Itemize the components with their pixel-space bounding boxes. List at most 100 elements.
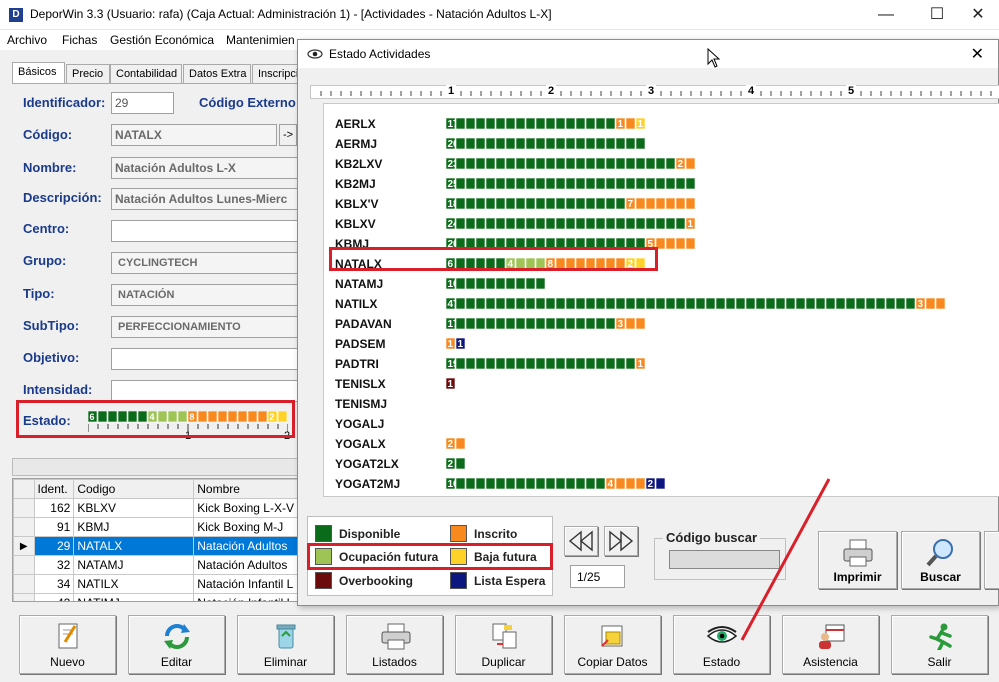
legend-swatch xyxy=(450,572,467,589)
tab-precio[interactable]: Precio xyxy=(66,64,110,84)
prev-page-button[interactable] xyxy=(564,526,598,556)
bar-cell-disponible xyxy=(455,197,466,210)
cell-codigo[interactable]: NATIMJ xyxy=(73,593,195,601)
codigo-go-button[interactable]: -> xyxy=(279,124,297,146)
bar-cell-disponible xyxy=(535,197,546,210)
bar-cell-disponible xyxy=(455,177,466,190)
cell-codigo[interactable]: NATALX xyxy=(73,536,195,556)
bar-cell-disponible xyxy=(475,257,486,270)
bar-value-label: 1 xyxy=(458,339,464,350)
bar-cell-disponible xyxy=(535,277,546,290)
cell-ident[interactable]: 91 xyxy=(33,517,75,537)
codigo-field[interactable]: NATALX xyxy=(111,124,277,146)
bar-cell-ocupacion-futura xyxy=(535,257,546,270)
tab-contabilidad[interactable]: Contabilidad xyxy=(110,64,182,84)
cell-nombre[interactable]: Natación Infantil L xyxy=(193,593,298,601)
intensidad-field[interactable] xyxy=(111,380,299,402)
duplicar-button[interactable]: Duplicar xyxy=(455,615,552,674)
cell-codigo[interactable]: NATAMJ xyxy=(73,555,195,575)
tab-basicos[interactable]: Básicos xyxy=(12,62,65,84)
menu-gestion-economica[interactable]: Gestión Económica xyxy=(110,33,214,47)
cell-ident[interactable]: 162 xyxy=(33,498,75,518)
bar-cell-disponible xyxy=(495,237,506,250)
asistencia-button[interactable]: Asistencia xyxy=(782,615,879,674)
next-page-button[interactable] xyxy=(604,526,638,556)
close-button[interactable]: ✕ xyxy=(958,4,998,26)
tab-datos-extra[interactable]: Datos Extra xyxy=(183,64,251,84)
dialog-close-button[interactable]: ✕ xyxy=(971,44,984,64)
menu-mantenimiento[interactable]: Mantenimien xyxy=(226,33,295,47)
col-ident[interactable]: Ident. xyxy=(33,479,75,499)
table-row[interactable]: ▶ 29 NATALX Natación Adultos xyxy=(13,536,298,556)
objetivo-field[interactable] xyxy=(111,348,299,370)
descripcion-field[interactable]: Natación Adultos Lunes-Mierc xyxy=(111,188,299,210)
cell-codigo[interactable]: KBMJ xyxy=(73,517,195,537)
copiar-datos-button[interactable]: Copiar Datos xyxy=(564,615,661,674)
grupo-field[interactable]: CYCLINGTECH xyxy=(111,252,299,274)
bar-cell-disponible xyxy=(465,197,476,210)
col-nombre[interactable]: Nombre xyxy=(193,479,298,499)
cell-nombre[interactable]: Kick Boxing L-X-V xyxy=(193,498,298,518)
search-label: Código buscar xyxy=(663,530,761,545)
bar-cell-inscrito xyxy=(655,197,666,210)
cell-codigo[interactable]: KBLXV xyxy=(73,498,195,518)
bar-cell-disponible xyxy=(97,411,108,423)
bar-cell-disponible xyxy=(475,277,486,290)
search-input[interactable] xyxy=(669,550,780,569)
col-codigo[interactable]: Codigo xyxy=(73,479,195,499)
minimize-button[interactable]: — xyxy=(866,4,906,26)
window-title: DeporWin 3.3 (Usuario: rafa) (Caja Actua… xyxy=(30,7,552,21)
table-row[interactable]: 162 KBLXV Kick Boxing L-X-V xyxy=(13,498,298,518)
identificador-field[interactable]: 29 xyxy=(111,92,174,114)
subtipo-field[interactable]: PERFECCIONAMIENTO xyxy=(111,316,299,338)
cell-codigo[interactable]: NATILX xyxy=(73,574,195,594)
bar-cell-inscrito xyxy=(685,157,696,170)
cell-ident[interactable]: 32 xyxy=(33,555,75,575)
bar-cell-disponible xyxy=(137,411,148,423)
bar-cell-disponible xyxy=(605,157,616,170)
buscar-button[interactable]: Buscar xyxy=(901,531,980,589)
bar-cell-disponible xyxy=(615,137,626,150)
estado-label: Estado: xyxy=(23,413,71,428)
extra-button-partial[interactable] xyxy=(984,531,999,589)
copiar-datos-label: Copiar Datos xyxy=(577,655,648,669)
cell-ident[interactable]: 34 xyxy=(33,574,75,594)
refresh-arrows-icon xyxy=(163,624,190,649)
bar-cell-disponible xyxy=(525,477,536,490)
cell-nombre[interactable]: Natación Infantil L xyxy=(193,574,298,594)
nombre-field[interactable]: Natación Adultos L-X xyxy=(111,157,299,179)
nuevo-button[interactable]: Nuevo xyxy=(19,615,116,674)
cell-nombre[interactable]: Kick Boxing M-J xyxy=(193,517,298,537)
eliminar-button[interactable]: Eliminar xyxy=(237,615,334,674)
salir-button[interactable]: Salir xyxy=(891,615,988,674)
tipo-field[interactable]: NATACIÓN xyxy=(111,284,299,306)
table-row[interactable]: 32 NATAMJ Natación Adultos xyxy=(13,555,298,575)
cell-nombre[interactable]: Natación Adultos xyxy=(193,536,298,556)
bar-cell-inscrito xyxy=(645,197,656,210)
cell-ident[interactable]: 42 xyxy=(33,593,75,601)
cell-nombre[interactable]: Natación Adultos xyxy=(193,555,298,575)
activities-grid[interactable]: Ident. Codigo Nombre 162 KBLXV Kick Boxing… xyxy=(12,478,299,602)
maximize-button[interactable]: ☐ xyxy=(917,4,957,26)
centro-field[interactable] xyxy=(111,220,299,242)
tab-inscripciones[interactable]: Inscripci xyxy=(252,64,299,84)
row-code-label: YOGALJ xyxy=(335,417,384,431)
table-row[interactable]: 91 KBMJ Kick Boxing M-J xyxy=(13,517,298,537)
bar-cell-disponible xyxy=(485,177,496,190)
bar-cell-disponible xyxy=(655,217,666,230)
bar-cell-disponible xyxy=(495,197,506,210)
menu-fichas[interactable]: Fichas xyxy=(62,33,97,47)
bar-cell-ocupacion-futura xyxy=(157,411,168,423)
editar-button[interactable]: Editar xyxy=(128,615,225,674)
estado-button[interactable]: Estado xyxy=(673,615,770,674)
menu-archivo[interactable]: Archivo xyxy=(7,33,47,47)
cell-ident[interactable]: 29 xyxy=(33,536,75,556)
bar-value-label: 1 xyxy=(688,219,694,230)
table-row[interactable]: 42NATIMJNatación Infantil L xyxy=(13,593,298,601)
bar-cell-disponible xyxy=(785,297,796,310)
imprimir-button[interactable]: Imprimir xyxy=(818,531,897,589)
bar-cell-disponible xyxy=(545,137,556,150)
listados-button[interactable]: Listados xyxy=(346,615,443,674)
table-row[interactable]: 34 NATILX Natación Infantil L xyxy=(13,574,298,594)
bar-cell-inscrito xyxy=(625,477,636,490)
